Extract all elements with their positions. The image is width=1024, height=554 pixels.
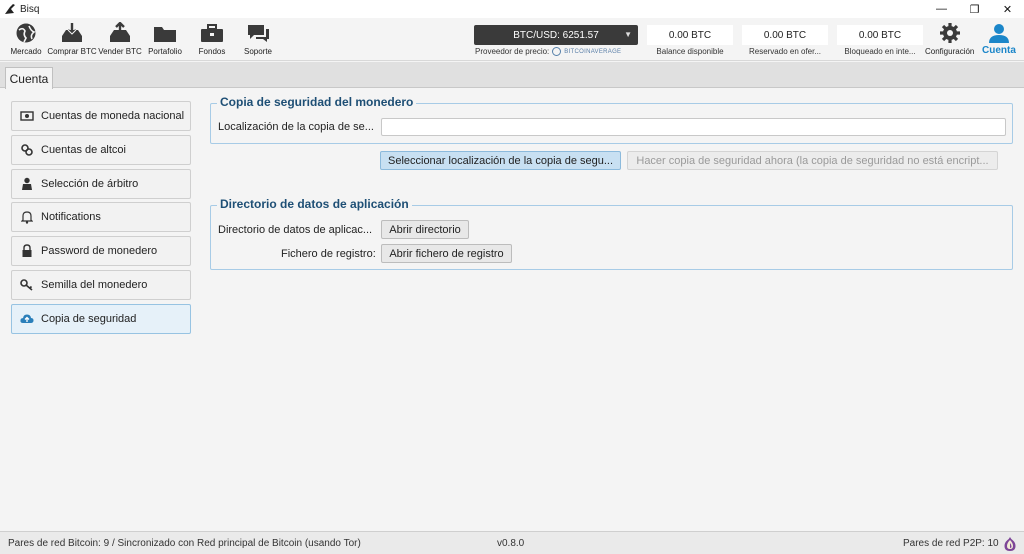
sidebar-item-label: Semilla del monedero	[41, 278, 148, 291]
restore-button[interactable]: ❐	[958, 0, 991, 18]
tab-strip: Cuenta	[0, 62, 1024, 89]
balance-value: 0.00 BTC	[647, 25, 733, 45]
nav-label: Portafolio	[148, 47, 182, 56]
p2p-peers-status: Pares de red P2P: 10	[903, 538, 999, 549]
chat-icon	[248, 25, 269, 42]
sidebar-item-fiat-accounts[interactable]: Cuentas de moneda nacional	[11, 101, 191, 131]
balance-value: 0.00 BTC	[742, 25, 828, 45]
nav-funds[interactable]: Fondos	[188, 22, 236, 56]
tab-cuenta[interactable]: Cuenta	[5, 67, 53, 89]
link-icon	[20, 143, 34, 157]
sidebar-item-backup[interactable]: Copia de seguridad	[11, 303, 191, 334]
open-directory-button[interactable]: Abrir directorio	[381, 220, 469, 239]
balance-caption: Balance disponible	[656, 47, 724, 56]
log-file-label: Fichero de registro:	[281, 248, 376, 260]
open-log-file-button[interactable]: Abrir fichero de registro	[381, 244, 512, 263]
sidebar-item-label: Password de monedero	[41, 245, 158, 258]
bitcoinaverage-logo-icon	[552, 47, 562, 56]
arbitrator-icon	[20, 177, 34, 191]
folder-icon	[154, 27, 176, 42]
nav-settings[interactable]: Configuración	[925, 22, 974, 56]
minimize-button[interactable]: —	[925, 0, 958, 18]
title-bar: Bisq — ❐ ✕	[0, 0, 1024, 18]
price-selector[interactable]: BTC/USD: 6251.57 ▼	[474, 25, 638, 45]
sidebar-item-label: Notifications	[41, 211, 101, 224]
data-directory-label: Directorio de datos de aplicac...	[218, 224, 373, 236]
briefcase-icon	[201, 24, 223, 42]
balance-caption: Reservado en ofer...	[748, 47, 822, 56]
nav-label: Vender BTC	[98, 47, 142, 56]
sidebar-item-label: Selección de árbitro	[41, 177, 139, 190]
app-data-directory-title: Directorio de datos de aplicación	[217, 197, 412, 211]
backup-location-label: Localización de la copia de se...	[218, 121, 374, 133]
bisq-logo-icon	[3, 2, 17, 16]
window-title: Bisq	[20, 3, 40, 15]
sell-icon	[110, 22, 130, 42]
chevron-down-icon: ▼	[624, 30, 632, 39]
nav-label: Mercado	[10, 47, 42, 56]
gear-icon	[939, 23, 960, 43]
balance-caption: Bloqueado en inte...	[844, 47, 916, 56]
nav-sell-btc[interactable]: Vender BTC	[96, 22, 144, 56]
price-provider-name[interactable]: BitcoinAverage	[564, 49, 621, 55]
nav-market[interactable]: Mercado	[2, 22, 50, 56]
nav-settings-label: Configuración	[925, 47, 975, 56]
status-bar: Pares de red Bitcoin: 9 / Sincronizado c…	[0, 531, 1024, 554]
sidebar-item-wallet-seed[interactable]: Semilla del monedero	[11, 269, 191, 300]
select-backup-location-button[interactable]: Seleccionar localización de la copia de …	[380, 151, 621, 170]
backup-now-button[interactable]: Hacer copia de seguridad ahora (la copia…	[627, 151, 998, 170]
sidebar-item-altcoin-accounts[interactable]: Cuentas de altcoi	[11, 134, 191, 165]
nav-account[interactable]: Cuenta	[982, 22, 1016, 56]
nav-support[interactable]: Soporte	[234, 22, 282, 56]
price-provider-label: Proveedor de precio:	[475, 47, 550, 56]
sidebar-item-notifications[interactable]: Notifications	[11, 202, 191, 233]
app-version: v0.8.0	[497, 538, 525, 549]
bitcoin-network-status: Pares de red Bitcoin: 9 / Sincronizado c…	[8, 538, 361, 549]
app-data-directory-group: Directorio de datos de aplicación Direct…	[210, 197, 1013, 270]
bell-icon	[20, 210, 34, 225]
sidebar-item-label: Cuentas de moneda nacional	[41, 110, 185, 122]
balance-locked: 0.00 BTC Bloqueado en inte...	[836, 25, 924, 56]
key-icon	[20, 278, 34, 292]
balance-value: 0.00 BTC	[837, 25, 923, 45]
tor-onion-icon	[1004, 537, 1016, 551]
sidebar-item-label: Copia de seguridad	[41, 312, 137, 325]
nav-buy-btc[interactable]: Comprar BTC	[47, 22, 97, 56]
account-sidebar: Cuentas de moneda nacional Cuentas de al…	[11, 101, 191, 338]
nav-account-label: Cuenta	[982, 45, 1016, 56]
balance-available: 0.00 BTC Balance disponible	[646, 25, 734, 56]
price-provider: Proveedor de precio: BitcoinAverage	[475, 47, 621, 56]
nav-portfolio[interactable]: Portafolio	[141, 22, 189, 56]
sidebar-item-label: Cuentas de altcoi	[41, 143, 126, 156]
cloud-upload-icon	[20, 312, 34, 326]
sidebar-item-wallet-password[interactable]: Password de monedero	[11, 236, 191, 267]
nav-label: Comprar BTC	[47, 47, 97, 56]
nav-label: Fondos	[198, 47, 226, 56]
nav-label: Soporte	[243, 47, 273, 56]
close-button[interactable]: ✕	[991, 0, 1024, 18]
lock-icon	[20, 244, 34, 258]
money-icon	[20, 109, 34, 123]
backup-location-input[interactable]	[381, 118, 1006, 136]
user-icon	[988, 24, 1009, 43]
wallet-backup-title: Copia de seguridad del monedero	[217, 95, 417, 109]
wallet-backup-group: Copia de seguridad del monedero Localiza…	[210, 95, 1013, 144]
buy-icon	[62, 23, 82, 42]
globe-icon	[16, 23, 36, 43]
sidebar-item-arbitrator-selection[interactable]: Selección de árbitro	[11, 168, 191, 199]
balance-reserved: 0.00 BTC Reservado en ofer...	[741, 25, 829, 56]
price-value: BTC/USD: 6251.57	[513, 29, 599, 41]
top-navigation: Mercado Comprar BTC Vender BTC Portafoli…	[0, 18, 1024, 61]
